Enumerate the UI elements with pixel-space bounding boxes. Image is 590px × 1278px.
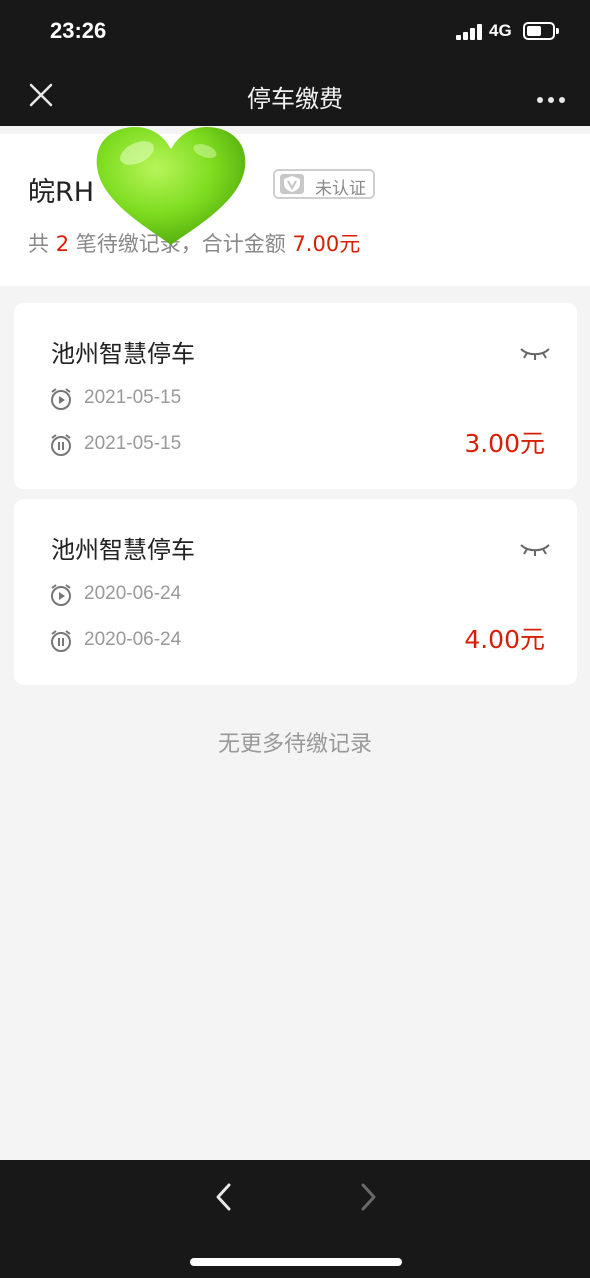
record-card[interactable]: 池州智慧停车 2021-05-15 2021-05-15 3.00元 — [14, 303, 577, 489]
alarm-pause-icon — [50, 629, 72, 653]
parking-name: 池州智慧停车 — [51, 340, 195, 368]
record-amount: 4.00元 — [464, 625, 545, 654]
end-date: 2021-05-15 — [84, 433, 182, 454]
alarm-pause-icon — [50, 433, 72, 457]
status-time: 23:26 — [50, 18, 107, 43]
record-amount: 3.00元 — [464, 429, 545, 458]
end-date: 2020-06-24 — [84, 629, 182, 650]
home-indicator[interactable] — [190, 1258, 402, 1266]
nav-bar: 停车缴费 — [0, 64, 590, 126]
parking-name: 池州智慧停车 — [51, 536, 195, 564]
plate-panel: 皖RH — [0, 134, 590, 286]
more-icon[interactable] — [536, 90, 566, 103]
plate-number: 皖RH — [28, 177, 95, 208]
eye-closed-icon[interactable] — [519, 345, 551, 361]
start-date: 2021-05-15 — [84, 387, 182, 408]
alarm-start-icon — [50, 387, 72, 411]
alarm-start-icon — [50, 583, 72, 607]
back-arrow-icon[interactable] — [210, 1182, 238, 1212]
total-amount: 7.00元 — [292, 232, 361, 256]
shield-v-icon — [280, 174, 304, 194]
battery-icon — [523, 22, 559, 40]
eye-closed-icon[interactable] — [519, 541, 551, 557]
verification-badge[interactable]: 未认证 — [273, 169, 375, 199]
forward-arrow-icon[interactable] — [354, 1182, 382, 1212]
signal-icon — [456, 24, 484, 40]
no-more-records: 无更多待缴记录 — [217, 732, 372, 757]
bottom-toolbar — [0, 1160, 590, 1278]
network-type: 4G — [489, 21, 512, 40]
status-bar: 23:26 4G — [0, 0, 590, 64]
page-title: 停车缴费 — [247, 85, 343, 113]
badge-label: 未认证 — [315, 179, 366, 199]
record-card[interactable]: 池州智慧停车 2020-06-24 2020-06-24 4.00元 — [14, 499, 577, 685]
heart-sticker — [93, 123, 249, 249]
start-date: 2020-06-24 — [84, 583, 182, 604]
summary-prefix: 共 — [28, 232, 49, 256]
record-count: 2 — [55, 232, 70, 256]
